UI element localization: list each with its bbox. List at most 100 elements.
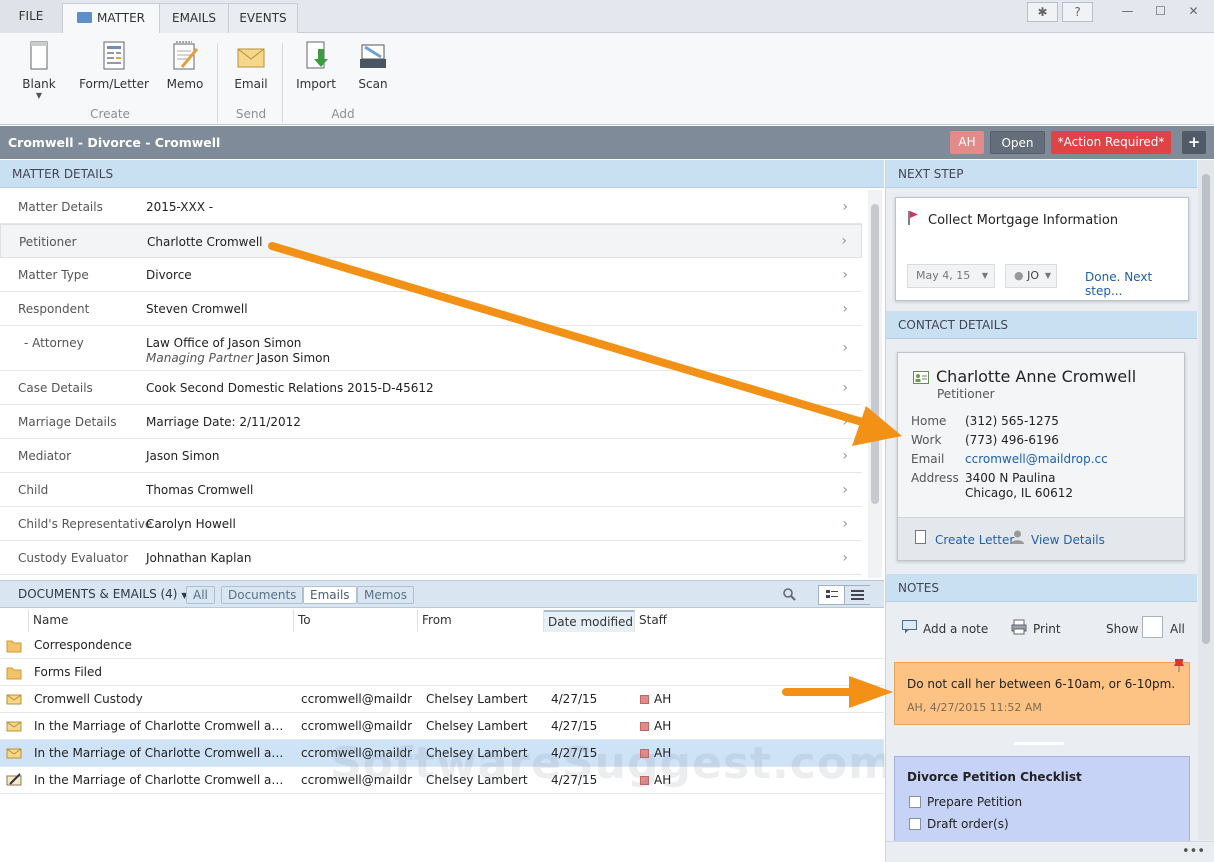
row-from: Chelsey Lambert bbox=[426, 692, 528, 706]
due-date-dropdown[interactable]: May 4, 15 ▼ bbox=[907, 264, 995, 288]
home-phone[interactable]: (312) 565-1275 bbox=[965, 414, 1059, 428]
add-button[interactable]: + bbox=[1182, 131, 1206, 154]
search-icon[interactable] bbox=[783, 588, 796, 601]
folder-icon bbox=[6, 659, 22, 685]
filter-all[interactable]: All bbox=[186, 586, 215, 604]
folder-name: Forms Filed bbox=[34, 665, 102, 679]
more-icon[interactable]: ••• bbox=[1182, 844, 1205, 859]
filter-emails[interactable]: Emails bbox=[303, 586, 357, 604]
matter-title-bar: Cromwell - Divorce - Cromwell AH Open *A… bbox=[0, 126, 1214, 159]
work-phone[interactable]: (773) 496-6196 bbox=[965, 433, 1059, 447]
assignee-dropdown[interactable]: ● JO ▼ bbox=[1005, 264, 1057, 288]
scrollbar-thumb[interactable] bbox=[871, 204, 879, 504]
done-next-step-link[interactable]: Done. Next step... bbox=[1085, 270, 1188, 298]
checklist-item[interactable]: Draft order(s) bbox=[909, 817, 1009, 831]
note-card[interactable]: Do not call her between 6-10am, or 6-10p… bbox=[894, 659, 1190, 725]
show-all-checkbox[interactable] bbox=[1142, 616, 1163, 638]
checklist-card[interactable]: Divorce Petition Checklist Prepare Petit… bbox=[894, 756, 1190, 848]
matter-detail-row[interactable]: Matter Details 2015-XXX - › bbox=[0, 190, 862, 224]
settings-icon[interactable]: ✱ bbox=[1027, 2, 1058, 22]
tab-events[interactable]: EVENTS bbox=[228, 3, 298, 33]
address-line2: Chicago, IL 60612 bbox=[965, 486, 1074, 500]
maximize-icon[interactable]: ☐ bbox=[1145, 2, 1176, 22]
col-date-header[interactable]: Date modified bbox=[544, 610, 635, 632]
action-required-button[interactable]: *Action Required* bbox=[1051, 131, 1171, 154]
blank-button[interactable]: Blank ▼ bbox=[16, 41, 62, 100]
matter-detail-row[interactable]: Child's Representative Carolyn Howell › bbox=[0, 507, 862, 541]
filter-memos[interactable]: Memos bbox=[357, 586, 415, 604]
documents-header[interactable]: DOCUMENTS & EMAILS (4) ▼ bbox=[18, 587, 187, 601]
row-from: Chelsey Lambert bbox=[426, 719, 528, 733]
col-name-header[interactable]: Name bbox=[29, 610, 294, 632]
note-meta: AH, 4/27/2015 11:52 AM bbox=[907, 701, 1042, 714]
matter-detail-row[interactable]: Marriage Details Marriage Date: 2/11/2012… bbox=[0, 405, 862, 439]
chevron-right-icon: › bbox=[842, 413, 848, 430]
page-title: Cromwell - Divorce - Cromwell bbox=[8, 135, 221, 150]
scanner-icon bbox=[360, 44, 386, 68]
filter-documents[interactable]: Documents bbox=[221, 586, 304, 604]
matter-detail-row[interactable]: Matter Type Divorce › bbox=[0, 258, 862, 292]
matter-detail-row[interactable]: - Attorney Law Office of Jason Simon Mana… bbox=[0, 326, 862, 371]
matter-detail-row[interactable]: Custody Evaluator Johnathan Kaplan › bbox=[0, 541, 862, 575]
checklist-item[interactable]: Prepare Petition bbox=[909, 795, 1022, 809]
folder-row[interactable]: Forms Filed bbox=[0, 659, 884, 686]
next-step-task[interactable]: Collect Mortgage Information bbox=[928, 213, 1118, 228]
detail-view-icon[interactable] bbox=[819, 586, 845, 604]
documents-header-label: DOCUMENTS & EMAILS (4) bbox=[18, 587, 178, 601]
ribbon: Blank ▼ Form/Letter Memo Email Import Sc… bbox=[0, 33, 1214, 125]
chevron-right-icon: › bbox=[842, 198, 848, 215]
staff-badge[interactable]: AH bbox=[950, 131, 984, 154]
matter-detail-row[interactable]: Respondent Steven Cromwell › bbox=[0, 292, 862, 326]
import-button[interactable]: Import bbox=[292, 41, 340, 91]
contact-actions: Create Letter View Details bbox=[898, 517, 1184, 560]
create-letter-link[interactable]: Create Letter bbox=[935, 533, 1014, 547]
table-row[interactable]: In the Marriage of Charlotte Cromwell an… bbox=[0, 713, 884, 740]
folder-icon bbox=[6, 632, 22, 658]
memo-button[interactable]: Memo bbox=[162, 41, 208, 91]
matter-detail-row[interactable]: Petitioner Charlotte Cromwell › bbox=[0, 224, 862, 258]
matter-details-scrollbar[interactable] bbox=[868, 190, 882, 578]
print-button[interactable]: Print bbox=[1033, 622, 1061, 636]
folder-row[interactable]: Correspondence bbox=[0, 632, 884, 659]
show-label: Show bbox=[1106, 622, 1139, 636]
row-label: Mediator bbox=[18, 449, 72, 463]
documents-toolbar: DOCUMENTS & EMAILS (4) ▼ All Documents E… bbox=[0, 580, 884, 608]
col-staff-header[interactable]: Staff bbox=[635, 610, 884, 632]
email-button[interactable]: Email bbox=[228, 41, 274, 91]
help-icon[interactable]: ? bbox=[1062, 2, 1093, 22]
right-panel-scrollbar[interactable] bbox=[1198, 160, 1214, 840]
matter-detail-row[interactable]: Case Details Cook Second Domestic Relatio… bbox=[0, 371, 862, 405]
ribbon-divider bbox=[282, 43, 283, 123]
row-value: Johnathan Kaplan bbox=[146, 551, 252, 565]
scan-button[interactable]: Scan bbox=[350, 41, 396, 91]
tab-matter-label: MATTER bbox=[97, 11, 145, 25]
contact-details-header: CONTACT DETAILS bbox=[886, 311, 1197, 339]
matter-detail-row[interactable]: Child Thomas Cromwell › bbox=[0, 473, 862, 507]
tab-emails[interactable]: EMAILS bbox=[159, 3, 229, 33]
add-note-button[interactable]: Add a note bbox=[923, 622, 988, 636]
list-view-icon[interactable] bbox=[845, 586, 870, 604]
contact-name: Charlotte Anne Cromwell bbox=[936, 367, 1137, 386]
form-letter-icon bbox=[103, 41, 125, 70]
scan-label: Scan bbox=[358, 77, 388, 91]
view-details-link[interactable]: View Details bbox=[1031, 533, 1105, 547]
scrollbar-thumb[interactable] bbox=[1202, 174, 1210, 644]
email-link[interactable]: ccromwell@maildrop.cc bbox=[965, 452, 1108, 466]
row-date: 4/27/15 bbox=[551, 719, 598, 733]
col-from-header[interactable]: From bbox=[418, 610, 544, 632]
table-row[interactable]: Cromwell Custody ccromwell@maildrop.cc C… bbox=[0, 686, 884, 713]
row-value: Law Office of Jason Simon Managing Partne… bbox=[146, 336, 330, 366]
minimize-icon[interactable]: — bbox=[1112, 2, 1143, 22]
row-label: Marriage Details bbox=[18, 415, 117, 429]
pin-icon[interactable] bbox=[1173, 658, 1185, 672]
form-letter-button[interactable]: Form/Letter bbox=[78, 41, 150, 91]
checkbox[interactable] bbox=[909, 796, 921, 808]
note-separator bbox=[1014, 742, 1064, 745]
close-icon[interactable]: ✕ bbox=[1178, 2, 1209, 22]
matter-detail-row[interactable]: Mediator Jason Simon › bbox=[0, 439, 862, 473]
tab-file[interactable]: FILE bbox=[0, 0, 62, 33]
col-to-header[interactable]: To bbox=[294, 610, 418, 632]
checkbox[interactable] bbox=[909, 818, 921, 830]
status-open-button[interactable]: Open bbox=[990, 131, 1045, 154]
tab-matter[interactable]: MATTER bbox=[62, 3, 160, 34]
